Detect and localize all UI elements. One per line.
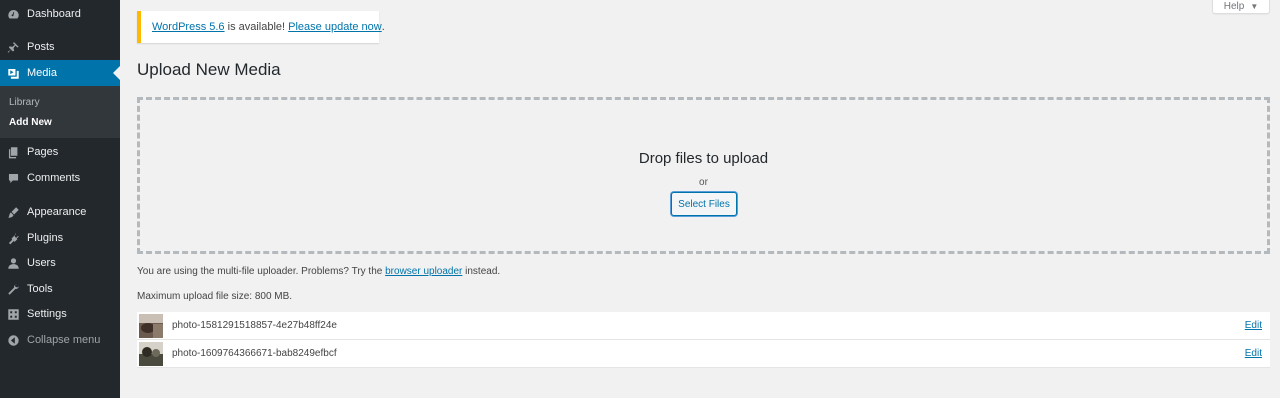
help-tab-button[interactable]: Help ▼ bbox=[1212, 0, 1270, 14]
comment-icon bbox=[7, 172, 20, 185]
submenu-item-add-new[interactable]: Add New bbox=[9, 117, 52, 128]
notice-end: . bbox=[381, 21, 385, 33]
sidebar-item-label: Plugins bbox=[27, 232, 64, 244]
sidebar-item-label: Settings bbox=[27, 308, 67, 320]
update-now-link[interactable]: Please update now bbox=[288, 21, 382, 33]
sidebar-item-dashboard[interactable]: Dashboard bbox=[0, 1, 120, 27]
wordpress-version-link[interactable]: WordPress 5.6 bbox=[152, 21, 225, 33]
media-icon bbox=[7, 67, 20, 80]
media-submenu: Library Add New bbox=[0, 86, 120, 138]
sidebar-item-appearance[interactable]: Appearance bbox=[0, 199, 120, 225]
collapse-menu-label: Collapse menu bbox=[27, 334, 101, 346]
sidebar-item-plugins[interactable]: Plugins bbox=[0, 225, 120, 251]
max-upload-size: Maximum upload file size: 800 MB. bbox=[137, 291, 293, 302]
media-filename: photo-1609764366671-bab8249efbcf bbox=[172, 348, 337, 359]
sidebar-item-label: Posts bbox=[27, 41, 55, 53]
browser-uploader-link[interactable]: browser uploader bbox=[385, 266, 462, 277]
sidebar-item-users[interactable]: Users bbox=[0, 250, 120, 276]
media-items-list: photo-1581291518857-4e27b48ff24e Edit ph… bbox=[137, 312, 1270, 368]
multi-file-note: You are using the multi-file uploader. P… bbox=[137, 266, 500, 277]
submenu-item-library[interactable]: Library bbox=[9, 97, 40, 108]
brush-icon bbox=[7, 206, 20, 219]
sidebar-item-label: Dashboard bbox=[27, 8, 81, 20]
sidebar-item-label: Tools bbox=[27, 283, 53, 295]
pushpin-icon bbox=[7, 41, 20, 54]
drop-zone[interactable]: Drop files to upload or Select Files bbox=[137, 97, 1270, 254]
edit-link[interactable]: Edit bbox=[1245, 320, 1262, 331]
dashboard-icon bbox=[7, 8, 20, 21]
sidebar-item-label: Users bbox=[27, 257, 56, 269]
select-files-button[interactable]: Select Files bbox=[671, 192, 737, 216]
sidebar-item-tools[interactable]: Tools bbox=[0, 276, 120, 302]
media-item: photo-1581291518857-4e27b48ff24e Edit bbox=[137, 312, 1270, 340]
admin-sidebar: Dashboard Posts Media Library Add New Pa… bbox=[0, 0, 120, 398]
collapse-menu-button[interactable]: Collapse menu bbox=[0, 327, 120, 353]
user-icon bbox=[7, 257, 20, 270]
thumbnail-image bbox=[139, 313, 163, 338]
caret-down-icon: ▼ bbox=[1250, 2, 1259, 11]
settings-icon bbox=[7, 308, 20, 321]
plug-icon bbox=[7, 232, 20, 245]
multi-file-text: You are using the multi-file uploader. P… bbox=[137, 266, 386, 277]
sidebar-item-settings[interactable]: Settings bbox=[0, 301, 120, 327]
sidebar-item-label: Appearance bbox=[27, 206, 87, 218]
wrench-icon bbox=[7, 283, 20, 296]
notice-text: is available! bbox=[224, 21, 289, 33]
help-label: Help bbox=[1223, 1, 1245, 12]
or-text: or bbox=[699, 177, 708, 188]
pages-icon bbox=[7, 146, 20, 159]
sidebar-item-label: Media bbox=[27, 67, 57, 79]
edit-link[interactable]: Edit bbox=[1245, 348, 1262, 359]
collapse-icon bbox=[7, 334, 20, 347]
sidebar-item-posts[interactable]: Posts bbox=[0, 34, 120, 60]
page-title: Upload New Media bbox=[137, 60, 281, 79]
drop-files-text: Drop files to upload bbox=[638, 150, 769, 167]
sidebar-item-pages[interactable]: Pages bbox=[0, 139, 120, 165]
media-item: photo-1609764366671-bab8249efbcf Edit bbox=[137, 340, 1270, 368]
update-notice: WordPress 5.6 is available! Please updat… bbox=[137, 11, 385, 43]
sidebar-item-label: Comments bbox=[27, 172, 81, 184]
sidebar-item-comments[interactable]: Comments bbox=[0, 165, 120, 191]
sidebar-item-media[interactable]: Media bbox=[0, 60, 120, 86]
multi-file-suffix: instead. bbox=[462, 266, 501, 277]
media-filename: photo-1581291518857-4e27b48ff24e bbox=[172, 320, 337, 331]
sidebar-item-label: Pages bbox=[27, 146, 59, 158]
thumbnail-image bbox=[139, 341, 163, 366]
